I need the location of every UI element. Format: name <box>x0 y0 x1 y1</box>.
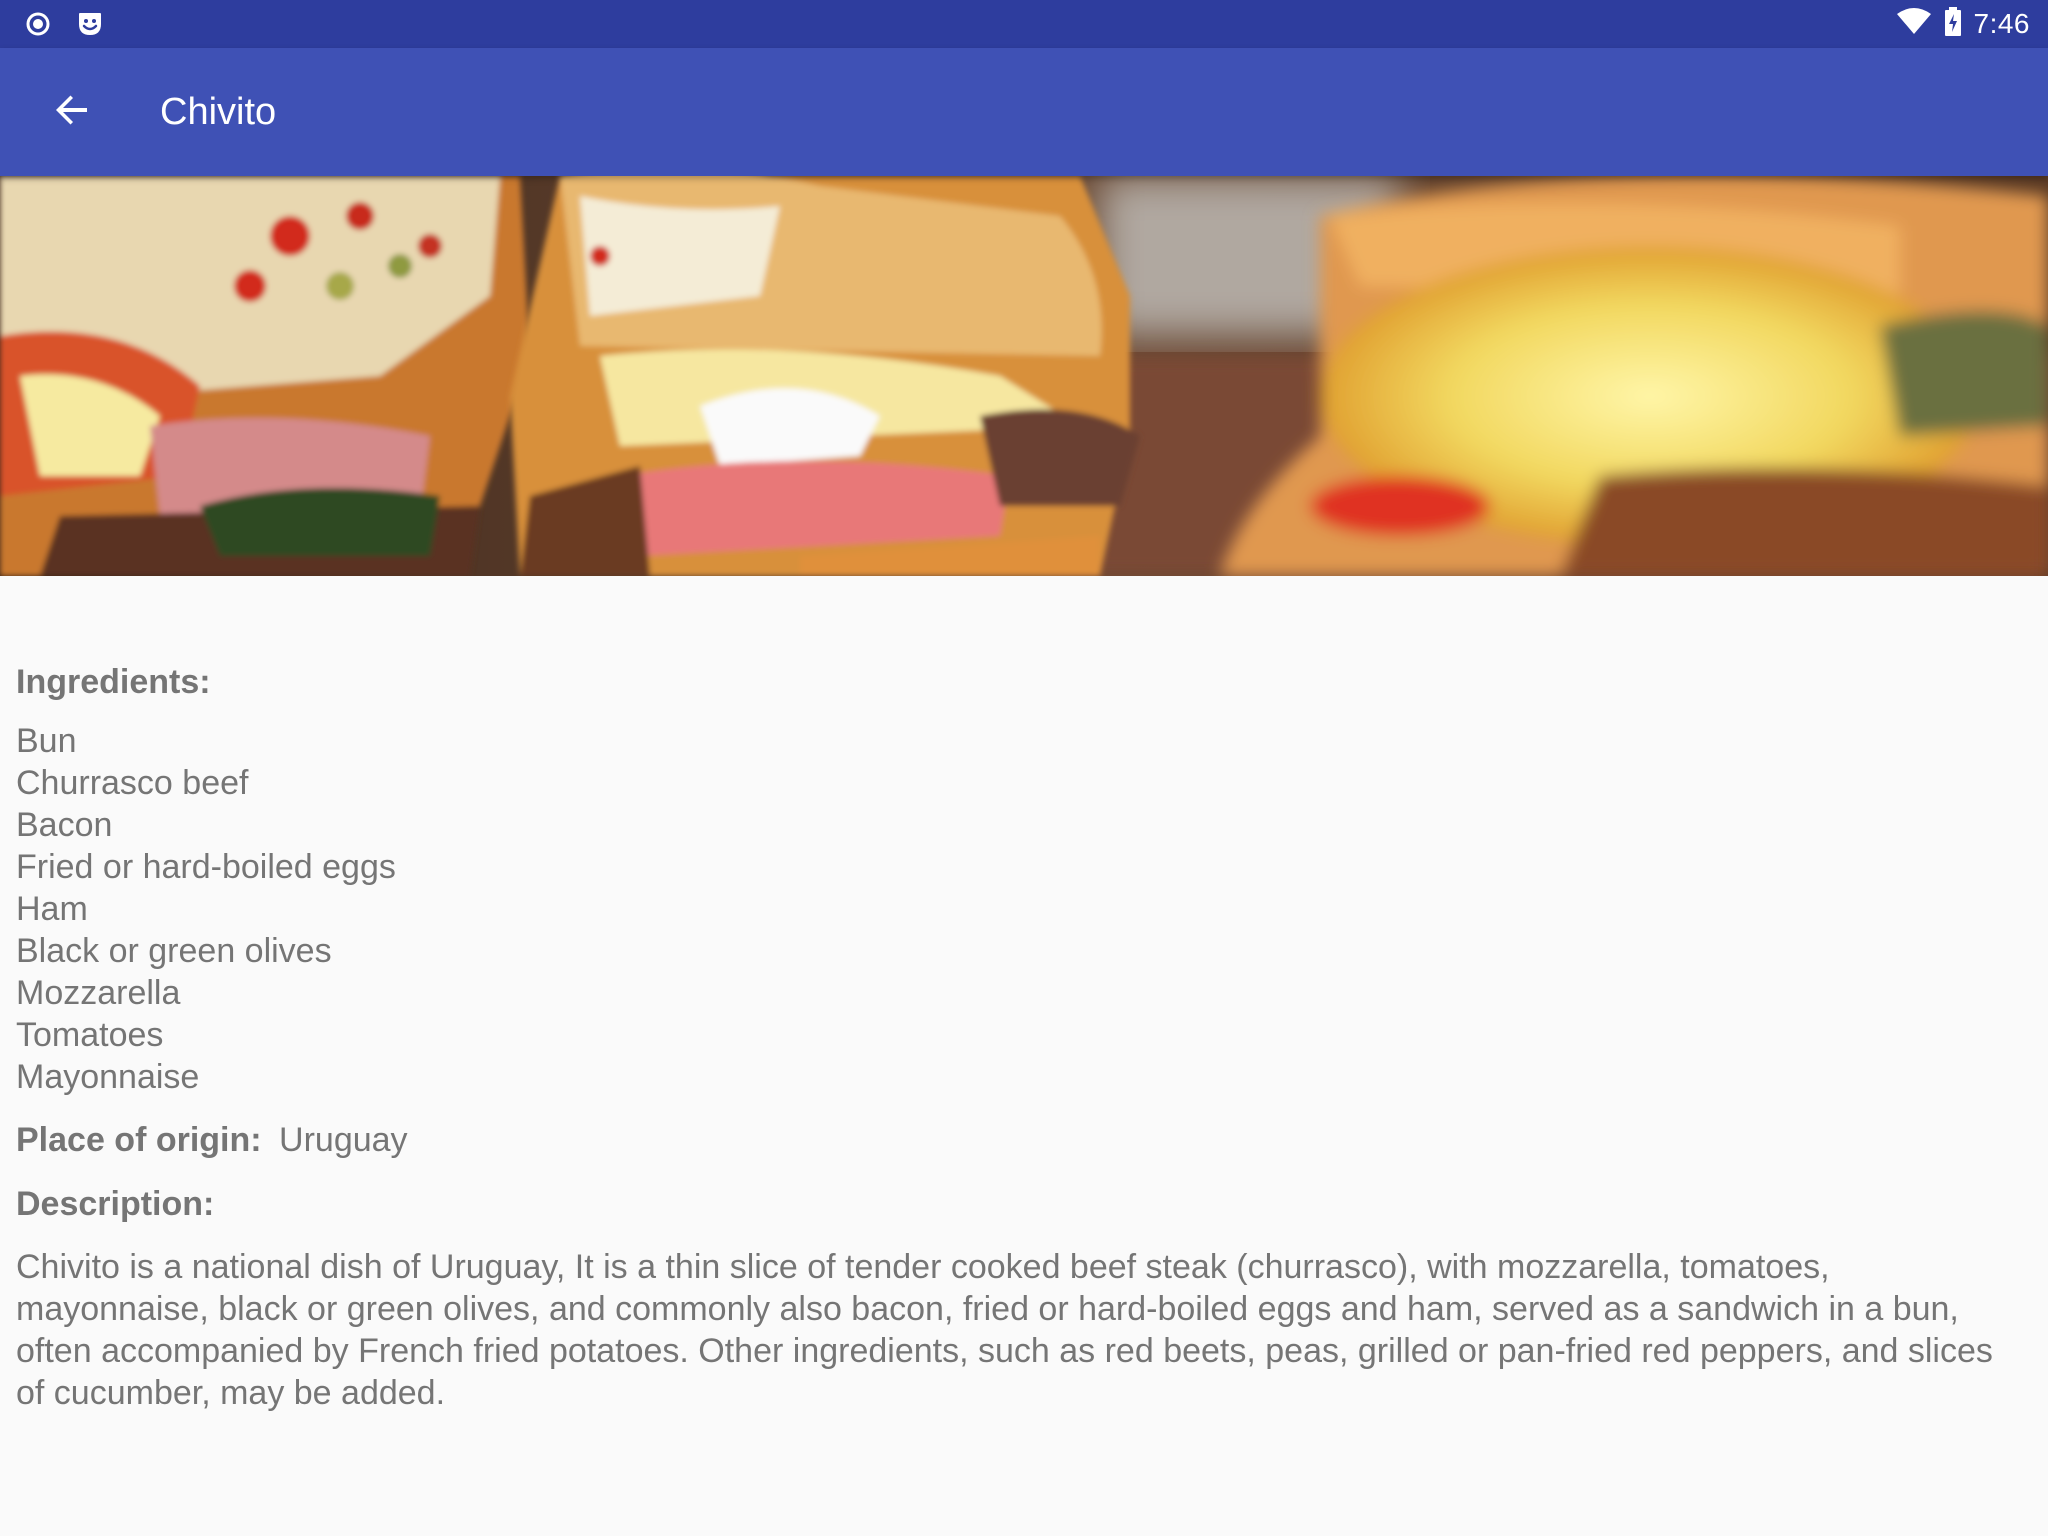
ingredient-item: Bun <box>16 722 77 760</box>
ingredient-item: Mayonnaise <box>16 1058 200 1096</box>
ingredient-item: Tomatoes <box>16 1016 164 1054</box>
status-bar: 7:46 <box>0 0 2048 48</box>
back-button[interactable] <box>40 80 104 144</box>
ingredient-item: Bacon <box>16 806 113 844</box>
status-icons: 7:46 <box>1896 0 2031 48</box>
ingredients-list: Bun Churrasco beef Bacon Fried or hard-b… <box>16 720 2026 1098</box>
description-text: Chivito is a national dish of Uruguay, I… <box>16 1248 1993 1412</box>
ingredient-item: Black or green olives <box>16 932 332 970</box>
back-arrow-icon <box>54 92 90 133</box>
status-time: 7:46 <box>1973 8 2030 39</box>
dish-details: Ingredients: Bun Churrasco beef Bacon Fr… <box>16 660 2026 1414</box>
ingredient-item: Mozzarella <box>16 974 181 1012</box>
origin-label: Place of origin: <box>16 1121 262 1159</box>
ingredient-item: Churrasco beef <box>16 764 249 802</box>
page-title: Chivito <box>160 91 277 133</box>
origin-value: Uruguay <box>279 1121 408 1159</box>
ingredients-label: Ingredients: <box>16 663 211 701</box>
app-bar: Chivito <box>0 48 2048 176</box>
wifi-icon <box>1896 7 1932 41</box>
notification-face-icon <box>76 10 104 38</box>
ingredient-item: Fried or hard-boiled eggs <box>16 848 396 886</box>
ingredient-item: Ham <box>16 890 88 928</box>
description-label: Description: <box>16 1185 215 1223</box>
record-icon <box>24 10 52 38</box>
hero-image <box>0 176 2048 576</box>
battery-charging-icon <box>1944 6 1962 42</box>
origin-row: Place of origin: Uruguay <box>16 1118 2026 1162</box>
